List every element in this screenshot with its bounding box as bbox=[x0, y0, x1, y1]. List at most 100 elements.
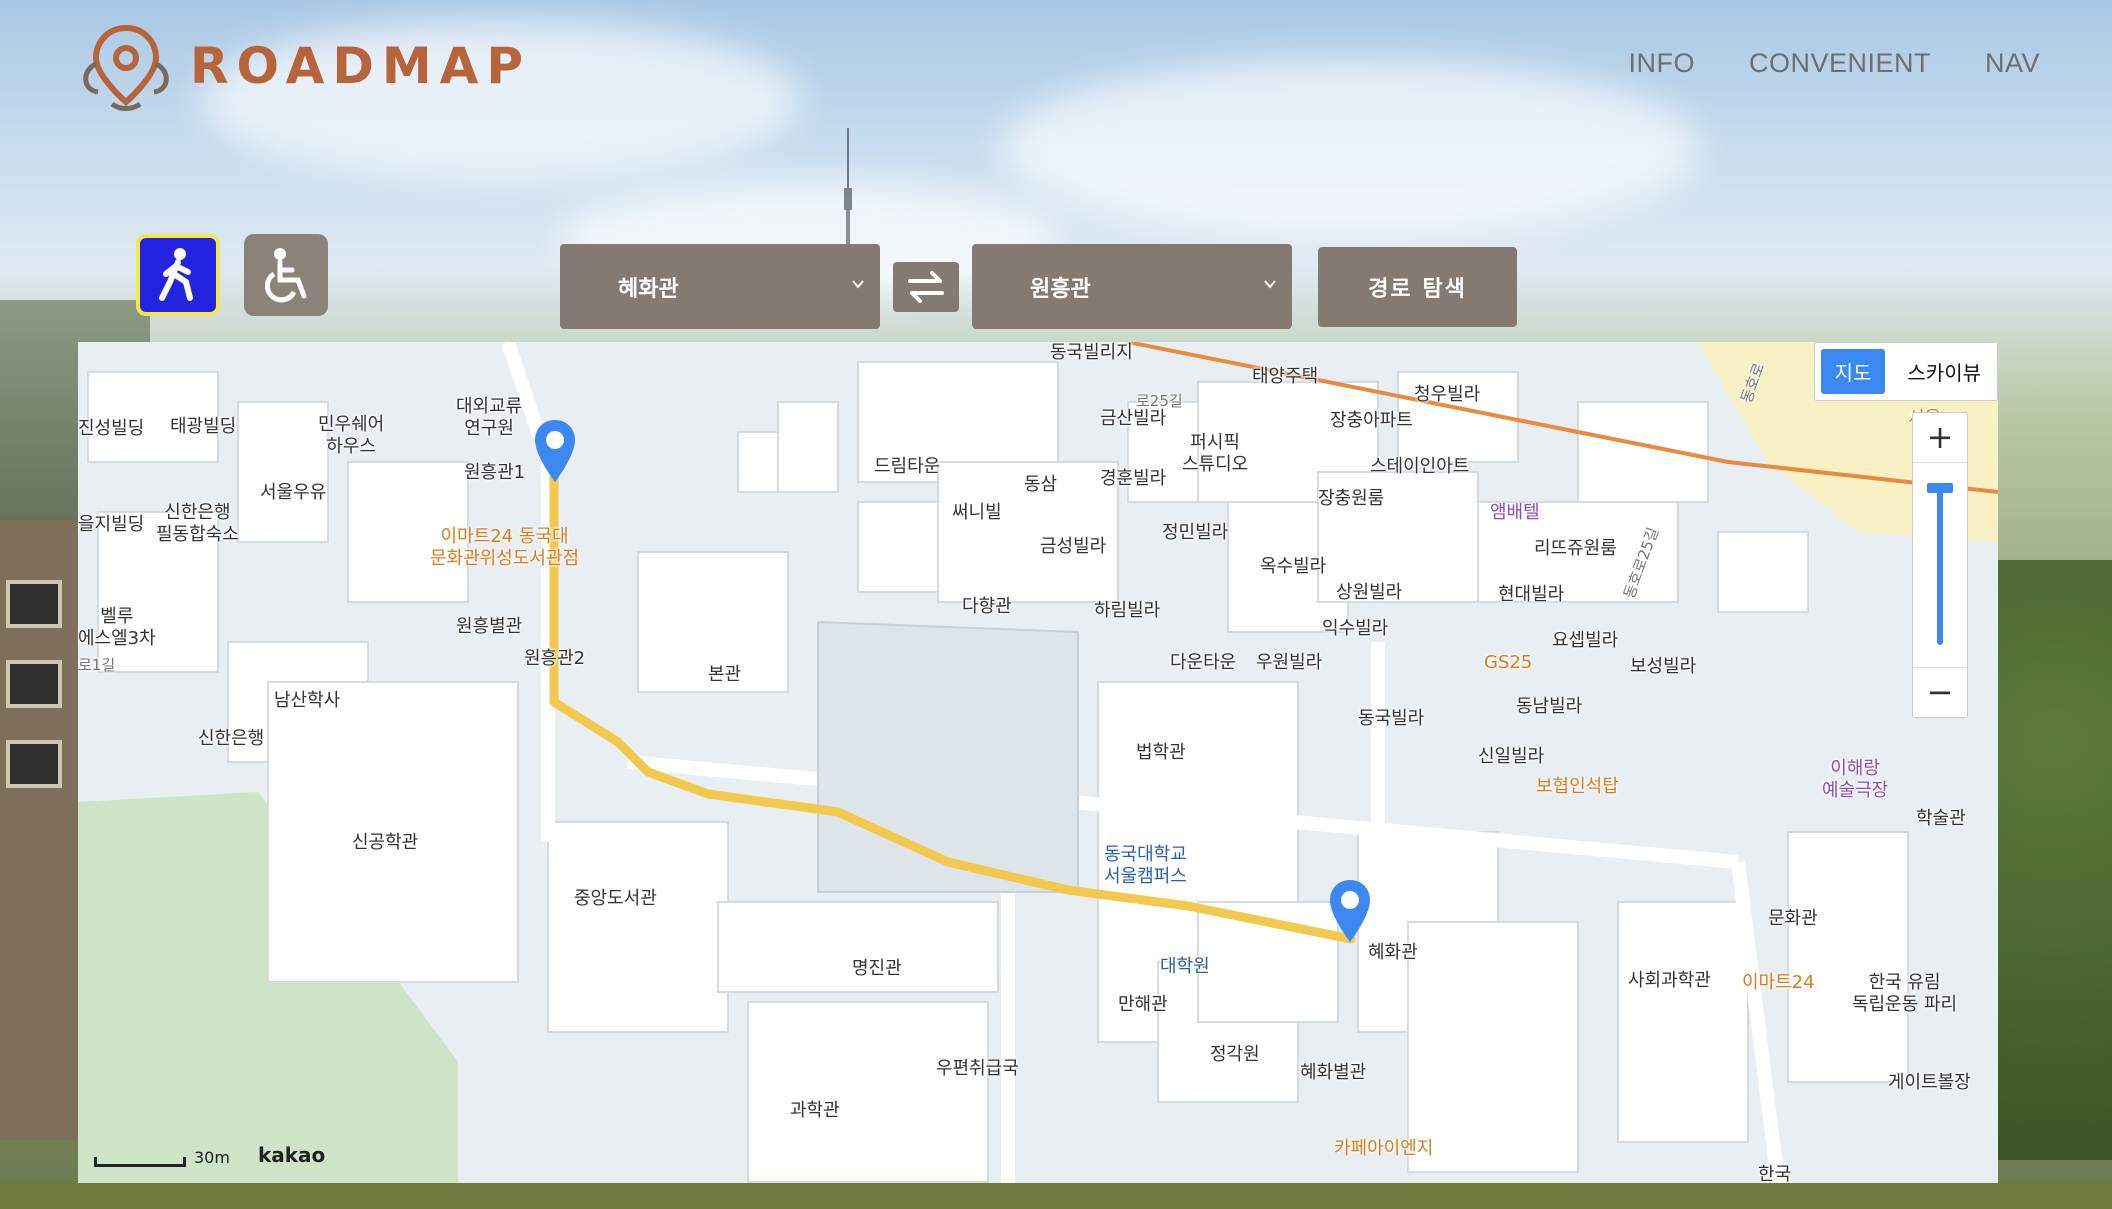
zoom-out-button[interactable]: − bbox=[1913, 667, 1967, 717]
map-label: 금성빌라 bbox=[1040, 536, 1107, 557]
map-label: 을지빌딩 bbox=[78, 514, 145, 535]
map-scale: 30m kakao bbox=[94, 1143, 325, 1167]
map-label: 신공학관 bbox=[352, 832, 419, 853]
map-label: 스테이인아트 bbox=[1370, 456, 1470, 477]
map-label: 신한은행 필동합숙소 bbox=[156, 502, 239, 545]
map-type-map-button[interactable]: 지도 bbox=[1820, 349, 1886, 394]
map-label: 보성빌라 bbox=[1630, 656, 1697, 677]
map-label: 리뜨쥬원룸 bbox=[1534, 538, 1617, 559]
map-label: 게이트볼장 bbox=[1888, 1072, 1971, 1093]
map-label: 이마트24 동국대 문화관위성도서관점 bbox=[430, 526, 580, 569]
map-label: 로1길 bbox=[78, 656, 116, 674]
map-view[interactable]: 진성빌딩 태광빌딩 민우쉐어 하우스 대외교류 연구원 원흥관1 서울우유 을지… bbox=[78, 342, 1998, 1183]
background-building bbox=[0, 520, 78, 1140]
map-label: 벨루 에스엘3차 bbox=[78, 606, 156, 649]
map-label: 학술관 bbox=[1916, 808, 1966, 829]
map-label: 드림타운 bbox=[874, 456, 941, 477]
map-label: 우원빌라 bbox=[1256, 652, 1323, 673]
map-label: 신일빌라 bbox=[1478, 746, 1545, 767]
chevron-down-icon bbox=[852, 280, 864, 289]
map-label: 카페아이엔지 bbox=[1334, 1138, 1434, 1159]
zoom-in-button[interactable]: + bbox=[1913, 413, 1967, 463]
map-label: 문화관 bbox=[1768, 908, 1818, 929]
destination-pin-icon[interactable] bbox=[1328, 878, 1372, 944]
swap-button[interactable] bbox=[893, 262, 959, 312]
map-label: 경훈빌라 bbox=[1100, 468, 1167, 489]
map-label: 우편취급국 bbox=[936, 1058, 1019, 1079]
scale-bar bbox=[94, 1157, 186, 1167]
map-label: 한국 bbox=[1758, 1164, 1792, 1183]
destination-select[interactable]: 원흥관 bbox=[972, 244, 1292, 329]
map-label: 청우빌라 bbox=[1414, 384, 1481, 405]
map-base bbox=[78, 342, 1998, 1183]
map-label: 장충아파트 bbox=[1330, 410, 1413, 431]
background-ground bbox=[0, 1183, 2112, 1209]
wheelchair-icon bbox=[264, 248, 307, 303]
chevron-down-icon bbox=[1264, 280, 1276, 289]
map-label: 앰배텔 bbox=[1490, 502, 1540, 523]
brand-name: ROADMAP bbox=[190, 37, 531, 95]
map-label: 대외교류 연구원 bbox=[456, 396, 523, 439]
map-label: 태양주택 bbox=[1252, 366, 1319, 387]
map-label: 대학원 bbox=[1160, 956, 1210, 977]
map-label: 혜화별관 bbox=[1300, 1062, 1367, 1083]
map-label: 명진관 bbox=[852, 958, 902, 979]
map-label: 로25길 bbox=[1136, 392, 1183, 410]
map-label: 다운타운 bbox=[1170, 652, 1237, 673]
map-label: 써니빌 bbox=[952, 502, 1002, 523]
nav-nav[interactable]: NAV bbox=[1985, 48, 2040, 79]
walk-mode-button[interactable] bbox=[136, 234, 220, 316]
map-label: 서울우유 bbox=[260, 482, 327, 503]
map-label: 진성빌딩 bbox=[78, 418, 145, 439]
map-label: 정각원 bbox=[1210, 1044, 1260, 1065]
map-label: 상원빌라 bbox=[1336, 582, 1403, 603]
swap-arrows-icon bbox=[908, 271, 944, 303]
map-label: 동국대학교 서울캠퍼스 bbox=[1104, 844, 1187, 887]
background-tree bbox=[1997, 560, 2112, 1160]
map-label: 옥수빌라 bbox=[1260, 556, 1327, 577]
wheelchair-mode-button[interactable] bbox=[244, 234, 328, 316]
zoom-slider-thumb[interactable] bbox=[1927, 483, 1953, 493]
nav-info[interactable]: INFO bbox=[1628, 48, 1695, 79]
origin-pin-icon[interactable] bbox=[533, 418, 577, 484]
brand-logo[interactable]: ROADMAP bbox=[76, 18, 531, 114]
top-nav: INFO CONVENIENT NAV bbox=[1628, 48, 2040, 79]
map-label: 익수빌라 bbox=[1322, 618, 1389, 639]
cloud bbox=[1000, 60, 1700, 240]
map-pin-logo-icon bbox=[83, 24, 169, 111]
map-label: 신한은행 bbox=[198, 728, 265, 749]
map-label: 원흥별관 bbox=[456, 616, 523, 637]
map-label: 이마트24 bbox=[1742, 972, 1815, 993]
map-type-skyview-button[interactable]: 스카이뷰 bbox=[1891, 343, 1997, 400]
map-label: 동국빌라 bbox=[1358, 708, 1425, 729]
map-label: 태광빌딩 bbox=[170, 416, 237, 437]
map-label: 한국 유림 독립운동 파리 bbox=[1852, 972, 1958, 1015]
map-label: 남산학사 bbox=[274, 690, 341, 711]
route-search-button[interactable]: 경로 탐색 bbox=[1318, 247, 1517, 327]
scale-label: 30m bbox=[194, 1148, 230, 1167]
map-label: 보협인석탑 bbox=[1536, 776, 1619, 797]
map-label: 정민빌라 bbox=[1162, 522, 1229, 543]
map-type-toggle: 지도 스카이뷰 bbox=[1813, 342, 1998, 401]
map-label: 혜화관 bbox=[1368, 942, 1418, 963]
map-label: 원흥관2 bbox=[524, 648, 586, 669]
map-label: GS25 bbox=[1484, 652, 1533, 673]
nav-convenient[interactable]: CONVENIENT bbox=[1749, 48, 1931, 79]
map-label: 동삼 bbox=[1024, 474, 1058, 495]
map-label: 다향관 bbox=[962, 596, 1012, 617]
map-label: 하림빌라 bbox=[1094, 600, 1161, 621]
map-label: 민우쉐어 하우스 bbox=[318, 414, 385, 457]
map-label: 요셉빌라 bbox=[1552, 630, 1619, 651]
map-label: 동남빌라 bbox=[1516, 696, 1583, 717]
map-label: 현대빌라 bbox=[1498, 584, 1565, 605]
map-provider-logo[interactable]: kakao bbox=[258, 1143, 325, 1167]
map-label: 만해관 bbox=[1118, 994, 1168, 1015]
origin-select[interactable]: 혜화관 bbox=[560, 244, 880, 329]
destination-value: 원흥관 bbox=[1030, 276, 1091, 302]
map-label: 이해랑 예술극장 bbox=[1822, 758, 1889, 801]
pedestrian-icon bbox=[159, 248, 193, 301]
map-label: 본관 bbox=[708, 664, 742, 685]
zoom-control: + − bbox=[1912, 412, 1968, 718]
map-label: 장충원룸 bbox=[1318, 488, 1385, 509]
zoom-slider-track[interactable] bbox=[1937, 485, 1943, 645]
